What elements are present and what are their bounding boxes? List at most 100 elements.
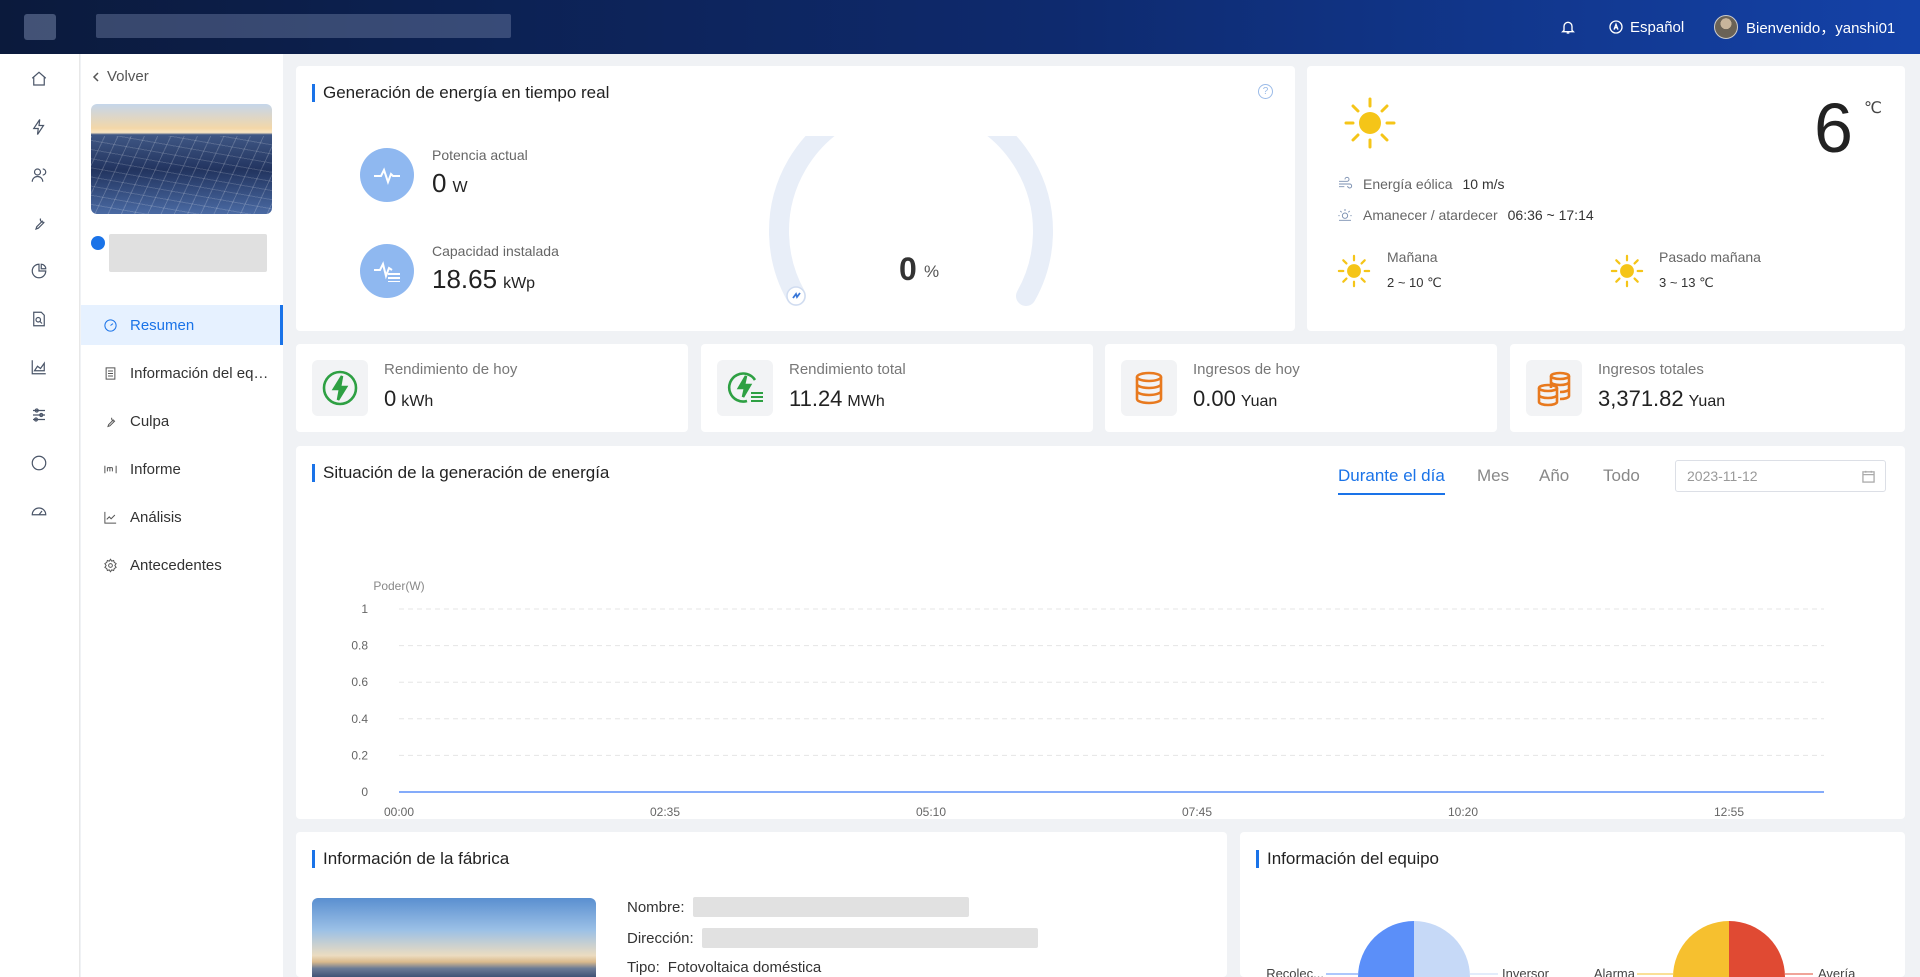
report-search-icon[interactable] bbox=[28, 308, 50, 330]
notifications-bell-icon[interactable] bbox=[1560, 0, 1576, 54]
dashboard-icon[interactable] bbox=[28, 500, 50, 522]
tab-dia[interactable]: Durante el día bbox=[1338, 466, 1445, 495]
stat-label: Ingresos totales bbox=[1598, 361, 1704, 378]
gear-icon bbox=[104, 557, 117, 573]
factory-photo bbox=[312, 898, 596, 977]
generation-title: Situación de la generación de energía bbox=[312, 464, 609, 482]
nav-resumen[interactable]: Resumen bbox=[81, 305, 283, 345]
gauge-unit: % bbox=[924, 262, 940, 281]
wrench-icon bbox=[107, 417, 116, 427]
nav-culpa[interactable]: Culpa bbox=[81, 401, 283, 441]
capacity-value: 18.65 kWp bbox=[432, 264, 536, 294]
device-pie bbox=[1326, 921, 1498, 977]
avatar bbox=[1714, 15, 1738, 39]
tab-todo[interactable]: Todo bbox=[1603, 466, 1640, 486]
factory-type-row: Tipo: Fotovoltaica doméstica bbox=[627, 959, 821, 976]
after-tomorrow-range: 3 ~ 13 ℃ bbox=[1659, 275, 1714, 290]
tab-mes[interactable]: Mes bbox=[1477, 466, 1509, 486]
name-label: Nombre: bbox=[627, 898, 685, 916]
pie-label-recolector: Recolec... bbox=[1266, 966, 1324, 977]
stat-label: Rendimiento de hoy bbox=[384, 361, 518, 378]
language-switcher[interactable]: Español bbox=[1608, 0, 1684, 54]
y-tick-label: 0.8 bbox=[351, 639, 368, 653]
y-tick-label: 0 bbox=[361, 785, 368, 799]
icon-sidebar bbox=[0, 54, 80, 977]
pie-label-averia: Avería bbox=[1818, 966, 1856, 977]
user-menu[interactable]: Bienvenido，yanshi01 bbox=[1714, 0, 1895, 54]
lightning-nav-icon[interactable] bbox=[28, 116, 50, 138]
type-label: Tipo: bbox=[627, 959, 660, 976]
stat-value: 3,371.82 Yuan bbox=[1598, 386, 1726, 411]
app-logo[interactable] bbox=[24, 14, 56, 40]
wind-icon bbox=[1339, 176, 1353, 189]
x-tick-label: 10:20 bbox=[1448, 805, 1478, 819]
nav-label: Informe bbox=[130, 460, 181, 478]
home-icon[interactable] bbox=[28, 68, 50, 90]
equipment-info-card: Información del equipo Recolec... Invers… bbox=[1240, 832, 1905, 977]
tomorrow-range: 2 ~ 10 ℃ bbox=[1387, 275, 1442, 290]
nav-informe[interactable]: Informe bbox=[81, 449, 283, 489]
nav-label: Información del equipo bbox=[130, 364, 270, 382]
stat-total-yield: Rendimiento total 11.24 MWh bbox=[701, 344, 1093, 432]
calendar-icon bbox=[1862, 470, 1875, 483]
temperature-unit: ℃ bbox=[1864, 100, 1882, 117]
address-label: Dirección: bbox=[627, 929, 694, 947]
chat-icon[interactable] bbox=[28, 452, 50, 474]
capacity-icon bbox=[360, 244, 414, 298]
users-icon[interactable] bbox=[28, 164, 50, 186]
type-value: Fotovoltaica doméstica bbox=[667, 959, 822, 976]
pie-chart-icon[interactable] bbox=[28, 260, 50, 282]
nav-antecedentes[interactable]: Antecedentes bbox=[81, 545, 283, 585]
gauge-icon bbox=[104, 318, 117, 332]
top-bar: Español Bienvenido，yanshi01 bbox=[0, 0, 1920, 54]
nav-label: Culpa bbox=[130, 412, 170, 430]
stat-value: 0.00 Yuan bbox=[1193, 386, 1278, 411]
area-chart-icon[interactable] bbox=[28, 356, 50, 378]
tab-ano[interactable]: Año bbox=[1539, 466, 1569, 486]
y-tick-label: 0.4 bbox=[351, 712, 368, 726]
y-tick-label: 1 bbox=[361, 602, 368, 616]
chevron-left-icon bbox=[92, 71, 99, 82]
home-badge-icon bbox=[91, 236, 105, 250]
document-icon bbox=[105, 366, 116, 380]
y-axis-label: Poder(W) bbox=[373, 579, 424, 593]
lightning-stack-icon bbox=[717, 360, 773, 416]
tomorrow-sun-icon bbox=[1337, 254, 1371, 288]
nav-label: Antecedentes bbox=[130, 556, 222, 574]
pulse-icon bbox=[360, 148, 414, 202]
wrench-nav-icon[interactable] bbox=[28, 212, 50, 234]
sliders-icon[interactable] bbox=[28, 404, 50, 426]
equipment-pies: Recolec... Inversor Alarma Avería bbox=[1266, 921, 1856, 977]
date-value: 2023-11-12 bbox=[1687, 468, 1758, 484]
realtime-card: Generación de energía en tiempo real ? P… bbox=[296, 66, 1295, 331]
after-sun-icon bbox=[1610, 254, 1644, 288]
nav-informacion-equipo[interactable]: Información del equipo bbox=[81, 353, 283, 393]
report-icon bbox=[104, 465, 117, 473]
factory-name-row: Nombre: bbox=[627, 897, 969, 917]
coins-stack-icon bbox=[1526, 360, 1582, 416]
date-picker[interactable]: 2023-11-12 bbox=[1675, 460, 1886, 492]
stat-label: Rendimiento total bbox=[789, 361, 906, 378]
after-tomorrow-label: Pasado mañana bbox=[1659, 249, 1761, 265]
nav-label: Análisis bbox=[130, 508, 182, 526]
x-tick-label: 12:55 bbox=[1714, 805, 1744, 819]
factory-title: Información de la fábrica bbox=[312, 850, 509, 868]
help-icon[interactable]: ? bbox=[1258, 84, 1273, 99]
sunrise-icon bbox=[1338, 209, 1352, 221]
coins-icon bbox=[1121, 360, 1177, 416]
language-label: Español bbox=[1630, 18, 1685, 36]
back-button[interactable]: Volver bbox=[91, 68, 149, 85]
system-name-redacted bbox=[96, 14, 511, 38]
back-label: Volver bbox=[107, 68, 149, 85]
pie-label-inversor: Inversor bbox=[1502, 966, 1550, 977]
x-tick-label: 00:00 bbox=[384, 805, 414, 819]
wind-row: Energía eólica 10 m/s bbox=[1337, 176, 1505, 192]
welcome-text: Bienvenido，yanshi01 bbox=[1746, 19, 1896, 37]
current-power-value: 0W bbox=[432, 168, 468, 198]
generation-chart: Poder(W) 0 0.2 0.4 0.6 0.8 1 00:00 02:35 05:10 07:… bbox=[351, 579, 1824, 819]
wind-value: 10 m/s bbox=[1462, 176, 1505, 192]
tomorrow-label: Mañana bbox=[1387, 249, 1438, 265]
nav-analisis[interactable]: Análisis bbox=[81, 497, 283, 537]
wind-label: Energía eólica bbox=[1363, 176, 1453, 192]
line-chart-icon bbox=[104, 511, 117, 524]
